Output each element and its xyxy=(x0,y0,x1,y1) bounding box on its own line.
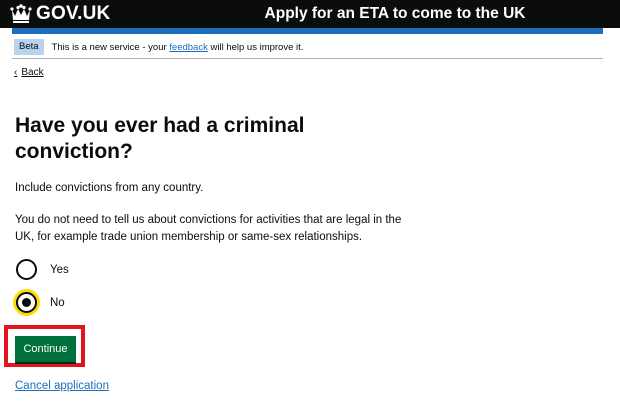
back-link[interactable]: ‹ Back xyxy=(14,67,44,78)
cancel-application-link[interactable]: Cancel application xyxy=(15,380,109,392)
page-title: Have you ever had a criminal conviction? xyxy=(15,114,305,163)
phase-banner: Beta This is a new service - your feedba… xyxy=(12,36,603,59)
govuk-logo[interactable]: GOV.UK xyxy=(10,2,110,26)
radio-option-yes[interactable]: Yes xyxy=(16,259,69,280)
radio-no-input[interactable] xyxy=(16,292,37,313)
radio-yes-input[interactable] xyxy=(16,259,37,280)
header-blue-bar xyxy=(12,28,603,34)
beta-tag: Beta xyxy=(14,39,44,55)
back-link-label: Back xyxy=(21,67,44,78)
phase-banner-text: This is a new service - your feedback wi… xyxy=(52,42,304,53)
feedback-link[interactable]: feedback xyxy=(169,42,208,53)
header: GOV.UK Apply for an ETA to come to the U… xyxy=(0,0,620,28)
logo-text: GOV.UK xyxy=(36,3,111,24)
hint-text-1: Include convictions from any country. xyxy=(15,182,204,194)
phase-text-before: This is a new service - your xyxy=(51,41,167,53)
chevron-left-icon: ‹ xyxy=(14,67,18,78)
crown-icon xyxy=(10,4,32,23)
radio-option-no[interactable]: No xyxy=(16,292,65,313)
radio-yes-label[interactable]: Yes xyxy=(50,264,69,276)
continue-button[interactable]: Continue xyxy=(15,336,76,362)
hint-text-2: You do not need to tell us about convict… xyxy=(15,214,402,243)
service-name[interactable]: Apply for an ETA to come to the UK xyxy=(180,0,610,28)
phase-text-after: will help us improve it. xyxy=(210,41,304,53)
radio-selected-dot xyxy=(22,298,31,307)
radio-no-label[interactable]: No xyxy=(50,297,65,309)
